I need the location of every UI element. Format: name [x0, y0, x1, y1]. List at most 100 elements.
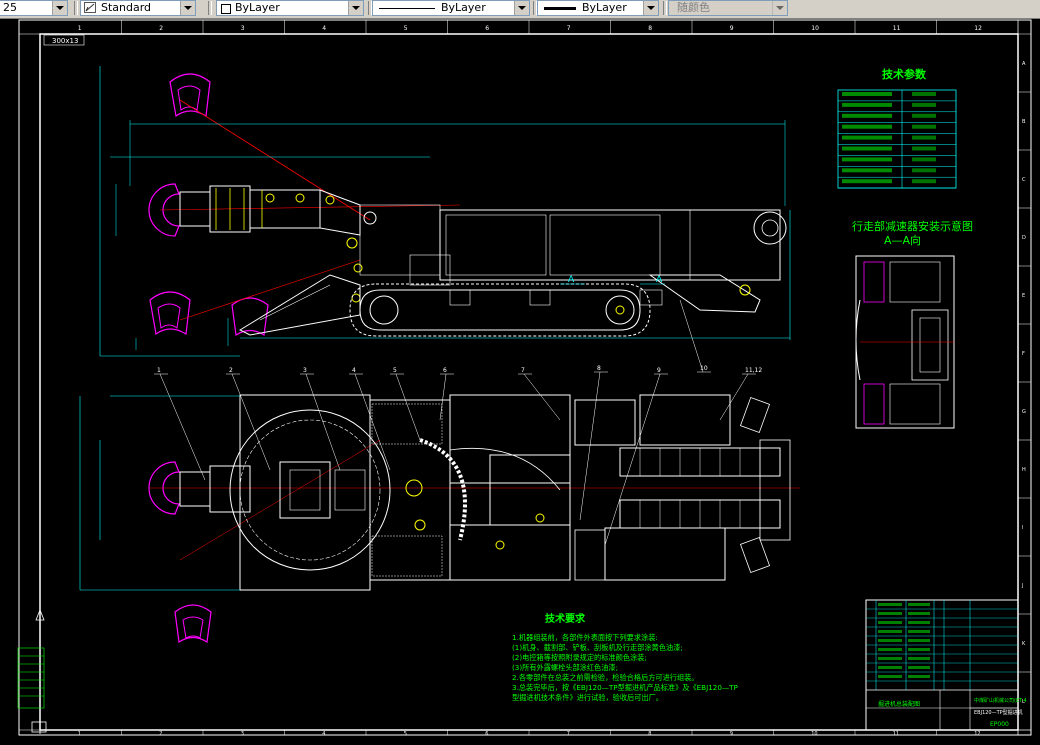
tech-requirements: 技术要求 1.机器组装前，各部件外表面按下列要求涂装: (1)机身、截割部、铲板… [512, 612, 739, 702]
bom-cell-text [908, 603, 930, 606]
ruler-right-label: E [1022, 293, 1025, 299]
ruler-bottom-label: 10 [811, 731, 817, 737]
chevron-down-icon[interactable] [180, 1, 195, 15]
table-cell-text [912, 135, 936, 140]
ruler-right: ABCDEFGHIJKL [1018, 61, 1031, 731]
ruler-bottom: 1 2 3 4 5 6 7 8 9 10 11 12 [78, 730, 1019, 737]
callout-leader [354, 373, 391, 471]
text-style-value: Standard [101, 1, 152, 14]
ruler-bottom-label: 9 [730, 731, 733, 737]
drawing-canvas[interactable]: 300x13 1 2 3 4 5 6 7 8 9 10 11 12 ABCDEFGHIJKL [0, 18, 1040, 741]
table-cell-text [912, 168, 936, 173]
scale-label: 300x13 [52, 37, 78, 45]
ruler-top-label: 5 [404, 25, 408, 32]
callout-label: 6 [443, 367, 447, 374]
chevron-down-icon[interactable] [52, 1, 67, 15]
linetype-combo[interactable]: ByLayer [372, 0, 530, 16]
lineweight-combo[interactable]: ByLayer [537, 0, 659, 16]
table-cell-text [912, 146, 936, 151]
tech-req-line: 型掘进机技术条件》进行试验，验收后可出厂。 [512, 693, 663, 702]
plot-style-combo[interactable]: 随颜色 [668, 0, 788, 16]
table-cell-text [842, 102, 892, 107]
ruler-right-label: K [1022, 641, 1026, 647]
tech-req-line: (2)电控箱等按照附录规定的标准颜色涂装; [512, 653, 647, 662]
ruler-top-label: 3 [241, 25, 245, 32]
callout-leader [439, 373, 447, 421]
ruler-top: 1 2 3 4 5 6 7 8 9 10 11 12 [78, 20, 1019, 34]
callout-label: 2 [229, 367, 233, 374]
callout-label: 9 [657, 367, 661, 374]
ruler-bottom-label: 4 [322, 731, 325, 737]
callout-leader [719, 373, 749, 421]
chevron-down-icon[interactable] [643, 1, 658, 15]
chevron-down-icon[interactable] [514, 1, 529, 15]
color-swatch-icon [221, 4, 231, 14]
table-cell-text [842, 157, 892, 162]
ruler-bottom-label: 11 [893, 731, 899, 737]
title-block: 中煤矿山机械公司(ET-4 EBJ120—TP型掘进机 掘进机总装配图 EP00… [865, 599, 1027, 731]
ruler-top-label: 7 [567, 25, 571, 32]
ruler-right-label: B [1022, 119, 1026, 125]
plot-style-value: 随颜色 [677, 1, 710, 14]
table-cell-text [842, 124, 892, 129]
tech-req-line: (1)机身、截割部、铲板、刮板机及行走部涂黄色油漆; [512, 643, 683, 652]
section-sub: A—A向 [884, 233, 921, 247]
ruler-top-label: 6 [485, 25, 489, 32]
table-cell-text [912, 124, 936, 129]
toolbar-separator [74, 1, 78, 15]
ruler-right-label: H [1022, 467, 1026, 473]
table-cell-text [842, 168, 892, 173]
ruler-top-label: 8 [648, 25, 652, 32]
table-cell-text [912, 102, 936, 107]
toolbar-separator [663, 1, 667, 15]
ruler-right-label: G [1022, 409, 1026, 415]
table-cell-text [912, 157, 936, 162]
section-a-a: 行走部减速器安装示意图 A—A向 [852, 219, 973, 429]
tech-req-line: 1.机器组装前，各部件外表面按下列要求涂装: [512, 633, 658, 642]
ruler-bottom-label: 8 [648, 731, 651, 737]
tech-req-line: 3.总装完毕后，按《EBJ120—TP型掘进机产品标准》及《EBJ120—TP [512, 683, 739, 692]
layer-combo[interactable]: ByLayer [216, 0, 364, 16]
ruler-right-label: J [1021, 583, 1023, 589]
svg-text:A: A [568, 275, 575, 285]
callout-leaders: 1 2 3 4 5 6 7 8 9 10 11,12 [154, 299, 762, 546]
table-cell-text [842, 179, 892, 184]
text-style-icon [84, 2, 96, 13]
plan-view [79, 394, 800, 644]
bom-cell-text [908, 630, 930, 633]
ruler-right-label: A [1022, 61, 1026, 67]
title-code: EP000 [990, 721, 1009, 728]
scale-combo[interactable]: 25 [0, 0, 68, 16]
ruler-right-label: I [1022, 525, 1023, 531]
table-cell-text [912, 92, 936, 96]
bom-cell-text [878, 630, 902, 633]
table-cell-text [912, 179, 936, 184]
linetype-value: ByLayer [441, 1, 486, 14]
chevron-down-icon[interactable] [348, 1, 363, 15]
table-cell-text [842, 92, 892, 96]
table-cell-text [912, 113, 936, 118]
layer-value: ByLayer [235, 1, 280, 14]
bom-cell-text [908, 666, 930, 669]
text-style-combo[interactable]: Standard [80, 0, 196, 16]
ruler-top-label: 12 [974, 25, 982, 32]
bom-cell-text [878, 648, 902, 651]
callout-label: 7 [521, 367, 525, 374]
bom-cell-text [878, 675, 902, 678]
ruler-bottom-label: 2 [159, 731, 162, 737]
ruler-top-label: 9 [730, 25, 734, 32]
ruler-top-label: 2 [159, 25, 163, 32]
bom-cell-text [878, 657, 902, 660]
bom-cell-text [908, 657, 930, 660]
chevron-down-icon[interactable] [772, 1, 787, 15]
bom-cell-text [878, 666, 902, 669]
ruler-right-label: F [1022, 351, 1025, 357]
ruler-right-label: C [1022, 177, 1026, 183]
view-marker [17, 608, 47, 734]
ruler-top-label: 4 [322, 25, 326, 32]
callout-label: 8 [597, 365, 601, 372]
tech-req-line: 2.各零部件在总装之前需检验，检验合格后方可进行组装。 [512, 673, 699, 682]
ruler-bottom-label: 1 [78, 731, 81, 737]
tech-params-table: 技术参数 [837, 67, 957, 189]
tech-req-line: (3)所有外露螺栓头部涂红色油漆; [512, 663, 618, 672]
